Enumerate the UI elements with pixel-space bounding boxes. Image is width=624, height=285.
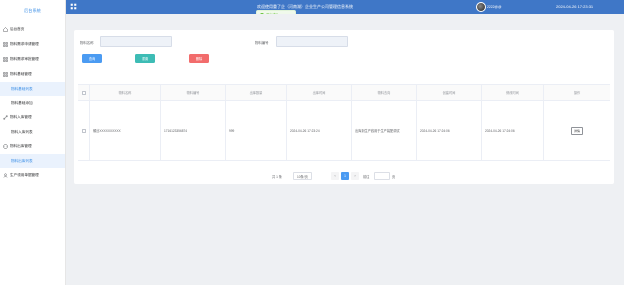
name-filter-label: 物料名称 bbox=[80, 41, 94, 45]
user-icon bbox=[3, 173, 8, 178]
col-header: 出库时间 bbox=[287, 85, 352, 100]
sidebar-item-label: 生产领用单据管理 bbox=[10, 173, 39, 177]
col-header: 操作 bbox=[573, 91, 581, 95]
sidebar-item-material-base[interactable]: 物料基础管理 bbox=[0, 67, 65, 82]
pagination-total: 共 1 条 bbox=[272, 174, 282, 179]
grid-icon bbox=[3, 72, 8, 77]
col-header: 出库数量 bbox=[226, 85, 287, 100]
grid-icon bbox=[3, 57, 8, 62]
cell-out-time: 2024-04-26 17:23:24 bbox=[287, 101, 352, 160]
sidebar-item-stock-in[interactable]: 物料入库管理 bbox=[0, 110, 65, 125]
sidebar-item-material-base-add[interactable]: 物料基础添加 bbox=[0, 96, 65, 110]
cell-name: 螺丝XXXXXXXXXX bbox=[90, 101, 161, 160]
sidebar-item-label: 物料基础添加 bbox=[11, 100, 33, 105]
table-row: 螺丝XXXXXXXXXX 1716123356874 999 2024-04-2… bbox=[78, 101, 610, 161]
next-page-button[interactable]: › bbox=[351, 172, 359, 180]
col-header: 物料编号 bbox=[161, 85, 226, 100]
code-filter-label: 物料编号 bbox=[255, 41, 269, 45]
sidebar-item-label: 物料需求申请管理 bbox=[10, 42, 39, 46]
row-checkbox[interactable] bbox=[81, 128, 86, 133]
sidebar-item-label: 物料出库管理 bbox=[10, 144, 32, 148]
col-header: 修改时间 bbox=[482, 85, 544, 100]
sidebar-item-label: 物料入库列表 bbox=[11, 129, 33, 134]
sidebar-item-demand-approve[interactable]: 物料需求审批管理 bbox=[0, 52, 65, 67]
list-card: 物料名称 物料编号 查询 重置 删除 物料名称 物料编号 出库数量 出库时间 物… bbox=[74, 30, 614, 184]
prev-page-button[interactable]: ‹ bbox=[331, 172, 339, 180]
page-unit-label: 页 bbox=[392, 174, 396, 179]
search-button[interactable]: 查询 bbox=[82, 54, 102, 63]
col-header: 物料去向 bbox=[352, 85, 417, 100]
sidebar-item-stock-out[interactable]: 物料出库管理 bbox=[0, 139, 65, 154]
username[interactable]: 2222@@ bbox=[487, 5, 501, 9]
link-icon bbox=[3, 115, 8, 120]
name-filter-input[interactable] bbox=[100, 36, 172, 47]
cell-modified: 2024-04-26 17:24:06 bbox=[482, 101, 544, 160]
page-size-select[interactable]: 10条/页 bbox=[293, 172, 312, 180]
col-header: 物料名称 bbox=[90, 85, 161, 100]
reset-button[interactable]: 重置 bbox=[135, 54, 155, 63]
clock: 2024-04-26 17:23:31 bbox=[556, 4, 594, 9]
cell-qty: 999 bbox=[226, 101, 287, 160]
select-all-checkbox[interactable] bbox=[81, 90, 86, 95]
sidebar: 后台系统 后台首页 物料需求申请管理 物料需求审批管理 物料基础管理 物料基础列… bbox=[0, 0, 66, 285]
menu-toggle-icon[interactable] bbox=[70, 3, 77, 10]
home-icon bbox=[3, 27, 8, 32]
cell-created: 2024-04-26 17:24:06 bbox=[417, 101, 482, 160]
grid-icon bbox=[3, 42, 8, 47]
delete-button[interactable]: 删除 bbox=[189, 54, 209, 63]
sidebar-item-label: 物料基础管理 bbox=[10, 72, 32, 76]
cell-destination: 出库到生产线用于生产装配调试 bbox=[352, 101, 417, 160]
detail-button[interactable]: 详情 bbox=[570, 126, 583, 135]
avatar[interactable] bbox=[476, 2, 486, 12]
sidebar-item-label: 物料出库列表 bbox=[11, 158, 33, 163]
sidebar-item-home[interactable]: 后台首页 bbox=[0, 22, 65, 37]
pagination: 共 1 条 10条/页 ‹ 1 › 前往 页 bbox=[74, 172, 614, 180]
sidebar-item-stock-in-list[interactable]: 物料入库列表 bbox=[0, 125, 65, 139]
col-header: 创建时间 bbox=[417, 85, 482, 100]
main-content: 物料名称 物料编号 查询 重置 删除 物料名称 物料编号 出库数量 出库时间 物… bbox=[66, 14, 624, 285]
sidebar-item-label: 物料需求审批管理 bbox=[10, 57, 39, 61]
sidebar-item-label: 物料入库管理 bbox=[10, 115, 32, 119]
sidebar-item-stock-out-list[interactable]: 物料出库列表 bbox=[0, 154, 65, 168]
goto-label: 前往 bbox=[363, 174, 370, 179]
sidebar-item-demand-apply[interactable]: 物料需求申请管理 bbox=[0, 37, 65, 52]
code-filter-input[interactable] bbox=[276, 36, 348, 47]
cell-action: 详情 bbox=[544, 101, 610, 160]
goto-page-input[interactable] bbox=[374, 172, 390, 180]
table-header: 物料名称 物料编号 出库数量 出库时间 物料去向 创建时间 修改时间 操作 bbox=[78, 84, 610, 101]
sidebar-item-label: 物料基础列表 bbox=[11, 86, 33, 91]
sidebar-item-material-base-list[interactable]: 物料基础列表 bbox=[0, 82, 65, 96]
cell-code: 1716123356874 bbox=[161, 101, 226, 160]
brand-title: 后台系统 bbox=[24, 8, 41, 13]
data-table: 物料名称 物料编号 出库数量 出库时间 物料去向 创建时间 修改时间 操作 螺丝… bbox=[78, 84, 610, 161]
row-select-cell[interactable] bbox=[78, 101, 90, 160]
sidebar-item-label: 后台首页 bbox=[10, 27, 25, 31]
select-all-cell[interactable] bbox=[78, 85, 90, 100]
sidebar-item-production-receipt[interactable]: 生产领用单据管理 bbox=[0, 168, 65, 183]
chat-icon bbox=[3, 144, 8, 149]
page-number-button[interactable]: 1 bbox=[341, 172, 349, 180]
top-header: 欢迎使用重了企（河南湖）企业生产公司管理信息系统 2222@@ 2024-04-… bbox=[66, 0, 624, 14]
